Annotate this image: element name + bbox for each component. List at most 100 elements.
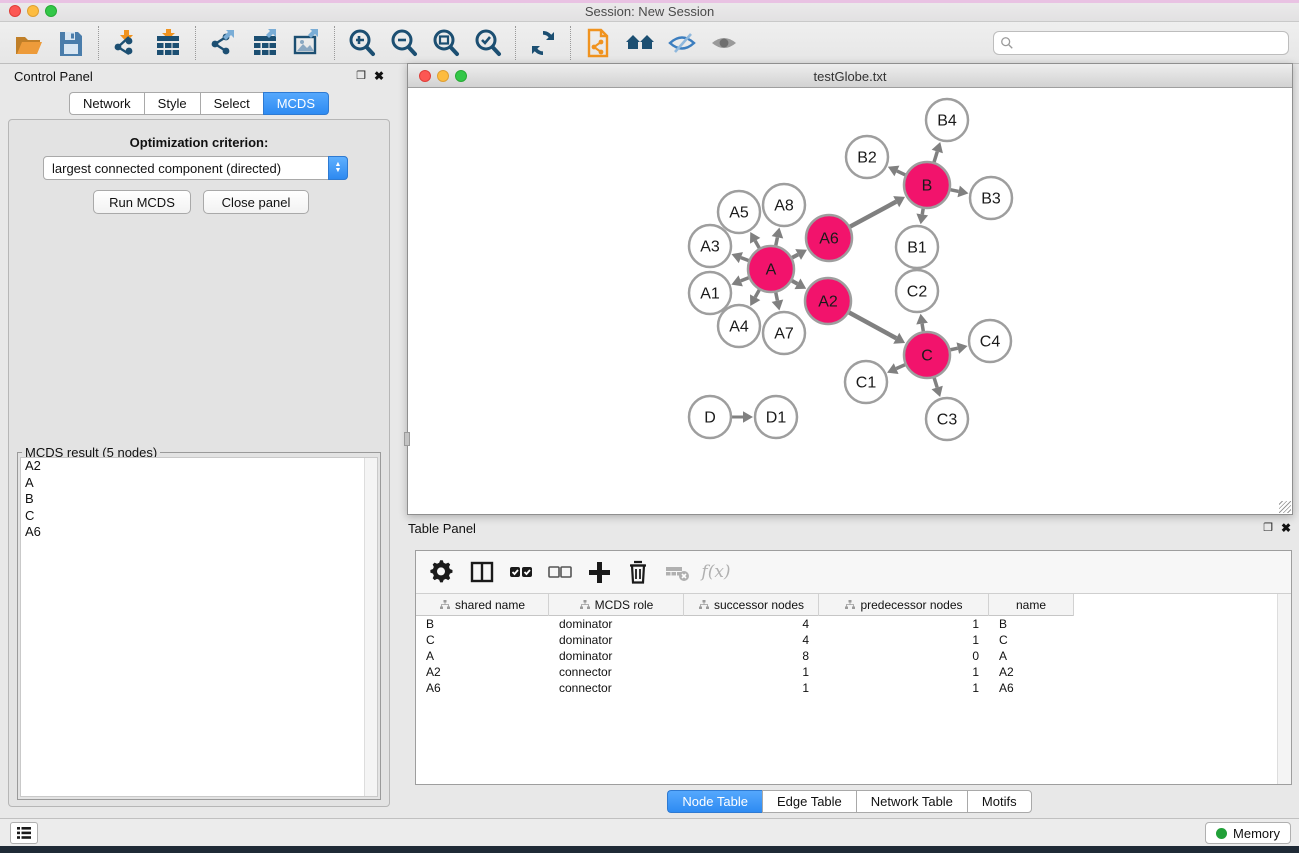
unselect-all-icon[interactable] <box>545 557 575 587</box>
delete-column-icon[interactable] <box>623 557 653 587</box>
result-list-item[interactable]: A2 <box>21 458 377 475</box>
result-list-item[interactable]: A6 <box>21 524 377 541</box>
table-row[interactable]: A6connector11A6 <box>416 680 1277 696</box>
table-cell[interactable]: 8 <box>684 648 819 664</box>
splitter-handle[interactable] <box>404 432 410 446</box>
window-resize-grip[interactable] <box>1279 501 1291 513</box>
table-cell[interactable]: 4 <box>684 632 819 648</box>
result-list-item[interactable]: C <box>21 508 377 525</box>
network-window-titlebar[interactable]: testGlobe.txt <box>408 64 1292 88</box>
table-cell[interactable]: C <box>416 632 549 648</box>
search-field[interactable] <box>1014 33 1288 53</box>
edge-A-A8[interactable] <box>776 237 778 246</box>
tab-network[interactable]: Network <box>69 92 144 115</box>
result-scrollbar[interactable] <box>364 458 377 796</box>
zoom-selected-icon[interactable] <box>471 26 505 60</box>
tab-motifs[interactable]: Motifs <box>967 790 1032 813</box>
export-table-icon[interactable] <box>248 26 282 60</box>
network-document-icon[interactable] <box>581 26 615 60</box>
table-scrollbar[interactable] <box>1277 594 1291 784</box>
memory-button[interactable]: Memory <box>1205 822 1291 844</box>
open-session-icon[interactable] <box>12 26 46 60</box>
table-row[interactable]: Bdominator41B <box>416 616 1277 632</box>
close-panel-icon[interactable]: ✖ <box>374 69 384 83</box>
network-view-window[interactable]: testGlobe.txt AA1A2A3A4A5A6A7A8BB1B2B3B4… <box>407 63 1293 515</box>
show-eye-icon[interactable] <box>707 26 741 60</box>
float-panel-icon[interactable]: ❐ <box>356 69 366 82</box>
export-image-icon[interactable] <box>290 26 324 60</box>
table-cell[interactable]: 1 <box>819 664 989 680</box>
tab-edge-table[interactable]: Edge Table <box>762 790 856 813</box>
table-rows[interactable]: Bdominator41BCdominator41CAdominator80AA… <box>416 616 1277 784</box>
edge-C-C4[interactable] <box>949 348 957 350</box>
table-cell[interactable]: 1 <box>819 632 989 648</box>
table-cell[interactable]: dominator <box>549 632 684 648</box>
save-session-icon[interactable] <box>54 26 88 60</box>
zoom-out-icon[interactable] <box>387 26 421 60</box>
tab-network-table[interactable]: Network Table <box>856 790 967 813</box>
edge-C-C2[interactable] <box>922 324 923 333</box>
table-row[interactable]: Adominator80A <box>416 648 1277 664</box>
table-row[interactable]: A2connector11A2 <box>416 664 1277 680</box>
task-history-button[interactable] <box>10 822 38 844</box>
add-column-icon[interactable] <box>584 557 614 587</box>
refresh-icon[interactable] <box>526 26 560 60</box>
table-cell[interactable]: B <box>416 616 549 632</box>
edge-B-B4[interactable] <box>934 152 938 163</box>
network-graph[interactable]: AA1A2A3A4A5A6A7A8BB1B2B3B4CC1C2C3C4DD1 <box>408 88 1292 514</box>
network-canvas[interactable]: AA1A2A3A4A5A6A7A8BB1B2B3B4CC1C2C3C4DD1 <box>408 88 1292 514</box>
table-cell[interactable]: 1 <box>819 680 989 696</box>
column-layout-icon[interactable] <box>467 557 497 587</box>
edge-A2-C[interactable] <box>848 312 896 338</box>
tab-mcds[interactable]: MCDS <box>263 92 329 115</box>
search-input[interactable] <box>993 31 1289 55</box>
import-table-icon[interactable] <box>151 26 185 60</box>
table-cell[interactable]: A2 <box>416 664 549 680</box>
table-cell[interactable]: A <box>989 648 1074 664</box>
table-cell[interactable]: C <box>989 632 1074 648</box>
edge-A-A5[interactable] <box>755 241 760 249</box>
edge-A-A4[interactable] <box>755 289 760 297</box>
table-cell[interactable]: dominator <box>549 616 684 632</box>
run-mcds-button[interactable]: Run MCDS <box>93 190 191 214</box>
column-header-MCDS-role[interactable]: MCDS role <box>549 594 684 616</box>
column-header-name[interactable]: name <box>989 594 1074 616</box>
table-cell[interactable]: A2 <box>989 664 1074 680</box>
edge-C-C3[interactable] <box>934 377 937 388</box>
edge-B-B3[interactable] <box>950 190 959 192</box>
table-cell[interactable]: connector <box>549 680 684 696</box>
tab-node-table[interactable]: Node Table <box>667 790 762 813</box>
table-cell[interactable]: B <box>989 616 1074 632</box>
edge-A-A1[interactable] <box>741 277 750 280</box>
hide-panels-icon[interactable] <box>665 26 699 60</box>
table-row[interactable]: Cdominator41C <box>416 632 1277 648</box>
tab-style[interactable]: Style <box>144 92 200 115</box>
select-all-icon[interactable] <box>506 557 536 587</box>
home-icon[interactable] <box>623 26 657 60</box>
table-cell[interactable]: A6 <box>416 680 549 696</box>
zoom-fit-icon[interactable] <box>429 26 463 60</box>
column-header-predecessor-nodes[interactable]: predecessor nodes <box>819 594 989 616</box>
result-list-item[interactable]: B <box>21 491 377 508</box>
table-cell[interactable]: connector <box>549 664 684 680</box>
table-cell[interactable]: 0 <box>819 648 989 664</box>
close-panel-button[interactable]: Close panel <box>203 190 309 214</box>
column-header-successor-nodes[interactable]: successor nodes <box>684 594 819 616</box>
table-settings-icon[interactable] <box>428 557 458 587</box>
edge-B-B2[interactable] <box>897 171 906 175</box>
edge-A-A3[interactable] <box>741 258 750 261</box>
result-list-item[interactable]: A <box>21 475 377 492</box>
export-network-icon[interactable] <box>206 26 240 60</box>
optimization-criterion-select[interactable]: largest connected component (directed) ▲… <box>43 156 348 180</box>
edge-C-C1[interactable] <box>896 364 906 368</box>
table-cell[interactable]: 1 <box>684 664 819 680</box>
table-cell[interactable]: 1 <box>684 680 819 696</box>
table-cell[interactable]: 4 <box>684 616 819 632</box>
edge-A6-B[interactable] <box>849 202 896 227</box>
table-cell[interactable]: A6 <box>989 680 1074 696</box>
column-header-shared-name[interactable]: shared name <box>416 594 549 616</box>
table-cell[interactable]: 1 <box>819 616 989 632</box>
import-network-icon[interactable] <box>109 26 143 60</box>
table-float-panel-icon[interactable]: ❐ <box>1263 521 1273 534</box>
mcds-result-list[interactable]: A2ABCA6 <box>20 457 378 797</box>
